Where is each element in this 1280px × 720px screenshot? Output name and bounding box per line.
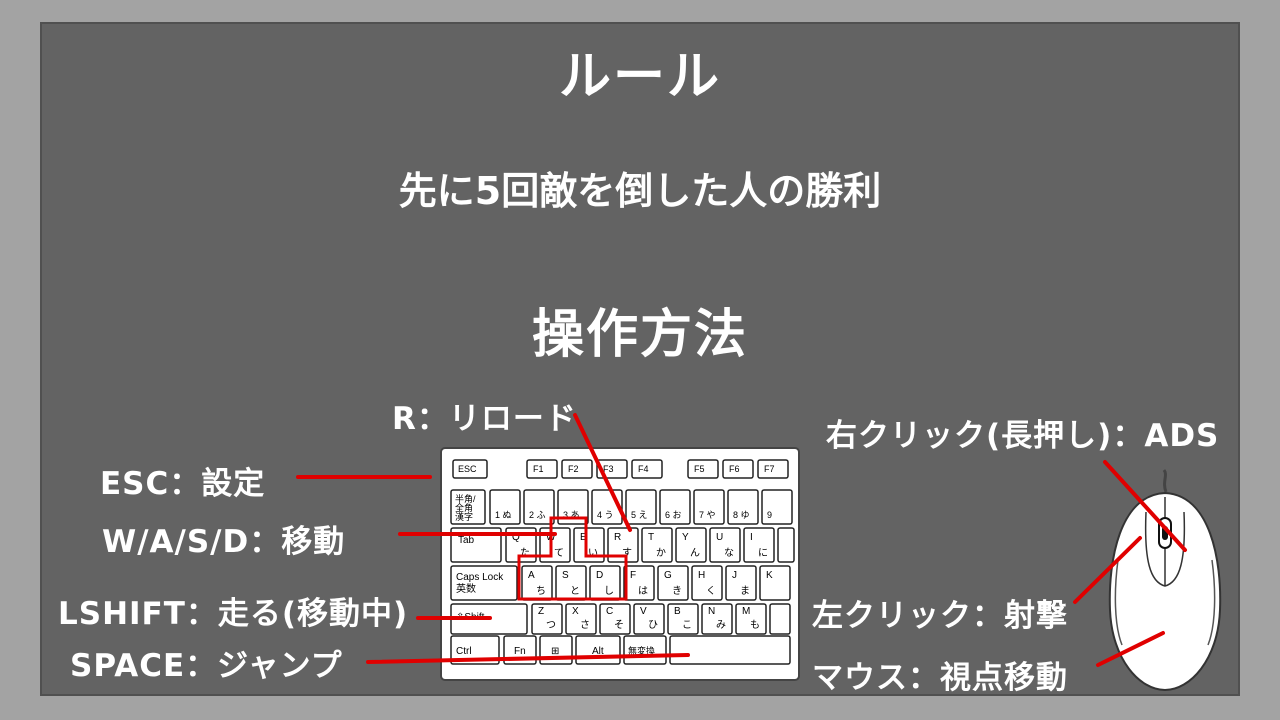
leader-jump — [366, 653, 690, 664]
leader-ads — [1103, 460, 1187, 552]
leader-shoot — [1073, 536, 1142, 604]
leader-reload — [573, 413, 632, 532]
leader-look — [1096, 631, 1165, 667]
leader-lines — [296, 413, 1187, 667]
